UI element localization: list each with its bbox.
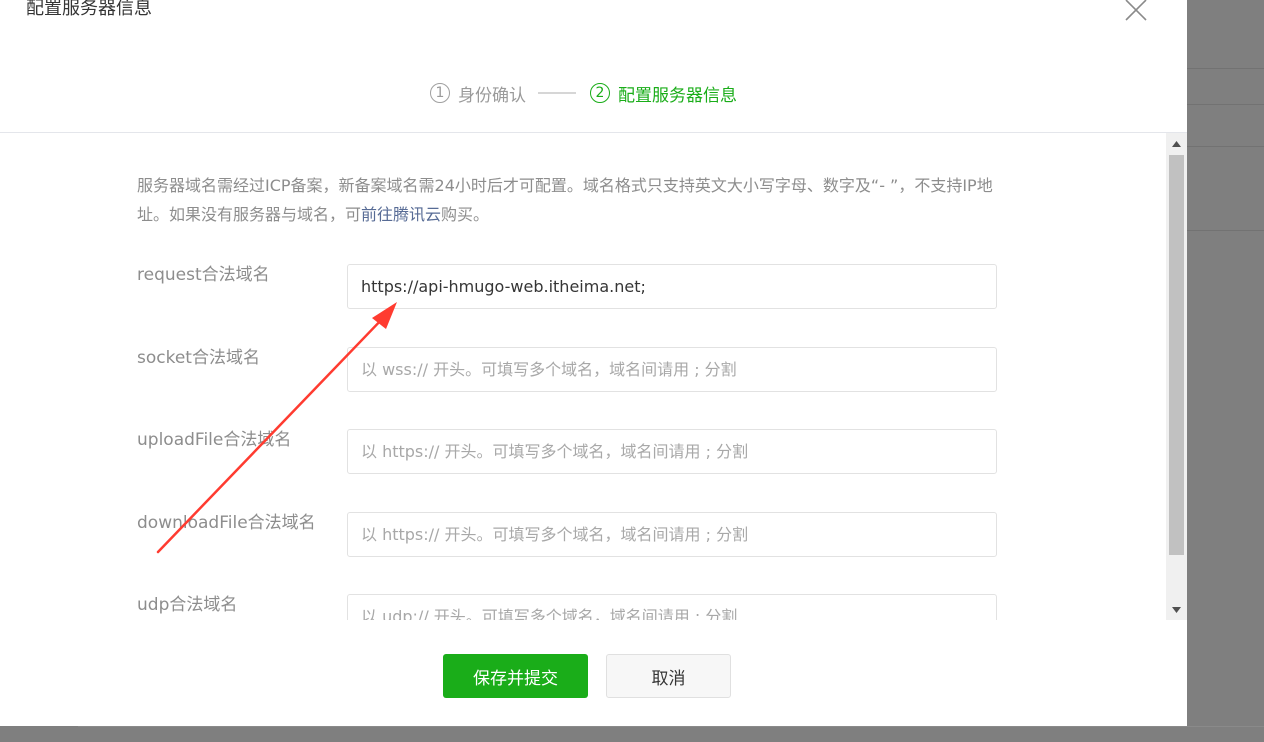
socket-domain-input[interactable] <box>347 347 997 392</box>
background-divider <box>1187 230 1264 231</box>
step-label: 身份确认 <box>458 85 526 106</box>
tencent-cloud-link[interactable]: 前往腾讯云 <box>361 205 441 224</box>
request-domain-label: request合法域名 <box>137 265 270 285</box>
form-row-download: downloadFile合法域名 <box>137 512 997 558</box>
notice-text: 服务器域名需经过ICP备案，新备案域名需24小时后才可配置。域名格式只支持英文大… <box>137 176 993 224</box>
udp-domain-input[interactable] <box>347 594 997 620</box>
dialog-footer: 保存并提交 取消 <box>0 620 1187 726</box>
background-page-bottom <box>78 726 1264 742</box>
form-row-socket: socket合法域名 <box>137 347 997 393</box>
domain-notice: 服务器域名需经过ICP备案，新备案域名需24小时后才可配置。域名格式只支持英文大… <box>137 171 1007 229</box>
download-domain-input[interactable] <box>347 512 997 557</box>
form-scroll-area: 服务器域名需经过ICP备案，新备案域名需24小时后才可配置。域名格式只支持英文大… <box>0 133 1166 620</box>
save-submit-button[interactable]: 保存并提交 <box>443 654 588 698</box>
background-page-bottom <box>0 726 78 741</box>
cancel-button[interactable]: 取消 <box>606 654 731 698</box>
scroll-thumb[interactable] <box>1169 155 1184 555</box>
step-number: 1 <box>430 83 450 103</box>
step-connector <box>538 92 576 94</box>
background-page <box>1187 0 1264 741</box>
upload-domain-label: uploadFile合法域名 <box>137 430 292 450</box>
triangle-up-icon <box>1172 140 1181 147</box>
request-domain-input[interactable] <box>347 264 997 309</box>
download-domain-label: downloadFile合法域名 <box>137 513 316 533</box>
step-server-config: 2 配置服务器信息 <box>590 81 737 106</box>
scroll-down-button[interactable] <box>1166 601 1187 618</box>
form-scrollbar[interactable] <box>1166 133 1187 620</box>
socket-domain-label: socket合法域名 <box>137 348 260 368</box>
close-button[interactable] <box>1120 0 1152 26</box>
step-label: 配置服务器信息 <box>618 85 737 106</box>
config-server-dialog: 配置服务器信息 1 身份确认 2 配置服务器信息 服务器域名需经过ICP备案，新… <box>0 0 1187 726</box>
close-icon <box>1125 0 1147 21</box>
upload-domain-input[interactable] <box>347 429 997 474</box>
udp-domain-label: udp合法域名 <box>137 595 238 615</box>
step-identity: 1 身份确认 <box>430 81 526 106</box>
scroll-up-button[interactable] <box>1166 135 1187 152</box>
background-divider <box>1187 68 1264 69</box>
background-divider <box>1187 146 1264 147</box>
notice-text-end: 购买。 <box>441 205 490 224</box>
step-number: 2 <box>590 83 610 103</box>
background-divider <box>1187 104 1264 105</box>
triangle-down-icon <box>1172 606 1181 613</box>
form-row-udp: udp合法域名 <box>137 594 997 620</box>
form-row-request: request合法域名 <box>137 264 997 310</box>
step-indicator: 1 身份确认 2 配置服务器信息 <box>430 80 737 106</box>
dialog-title: 配置服务器信息 <box>26 0 152 19</box>
form-row-upload: uploadFile合法域名 <box>137 429 997 475</box>
